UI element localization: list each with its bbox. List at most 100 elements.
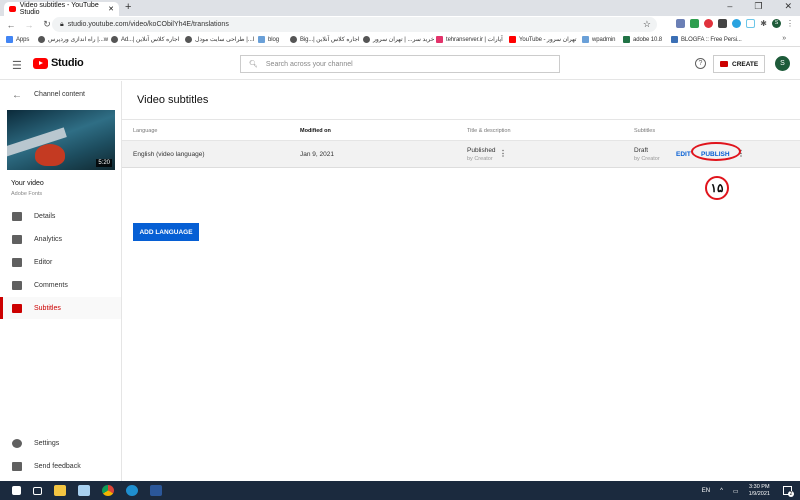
video-thumbnail[interactable]: 5:20 bbox=[7, 110, 115, 170]
search-input[interactable]: 🔍︎ Search across your channel bbox=[240, 55, 560, 73]
close-window-button[interactable]: ✕ bbox=[784, 1, 792, 12]
status-by: by Creator bbox=[634, 156, 660, 162]
annotation-circle bbox=[691, 142, 741, 161]
status-by: by Creator bbox=[467, 156, 493, 162]
pencil-icon bbox=[12, 211, 22, 221]
chrome-icon[interactable] bbox=[102, 485, 114, 496]
tab-title: Video subtitles - YouTube Studio bbox=[19, 2, 99, 16]
bookmark[interactable]: blog bbox=[258, 36, 279, 43]
windows-start-icon[interactable] bbox=[12, 486, 21, 495]
lock-icon: 🔒︎ bbox=[60, 20, 64, 28]
m-extension-icon[interactable] bbox=[718, 19, 728, 28]
bookmark[interactable]: BLOGFA :: Free Persi... bbox=[671, 36, 742, 43]
column-header: Subtitles bbox=[634, 128, 656, 134]
feedback-icon bbox=[12, 461, 22, 471]
extension-icon[interactable] bbox=[746, 19, 756, 28]
extension-icon[interactable] bbox=[732, 19, 742, 28]
browser-tab-bar: Video subtitles - YouTube Studio ✕ + – ❐ ✕ bbox=[0, 0, 800, 16]
task-view-icon[interactable] bbox=[33, 486, 42, 495]
url-input[interactable]: 🔒︎ studio.youtube.com/video/koCObilYh4E/t… bbox=[52, 17, 657, 32]
more-bookmarks-icon[interactable]: » bbox=[782, 35, 786, 42]
sidebar: ← Channel content 5:20 Your video Adobe … bbox=[0, 81, 122, 481]
bookmark[interactable]: tehranserver.ir | آپارات bbox=[436, 36, 503, 43]
subtitles-icon bbox=[12, 303, 22, 313]
sidebar-item-editor[interactable]: Editor bbox=[0, 251, 121, 273]
camera-extension-icon[interactable] bbox=[704, 19, 714, 28]
bookmark[interactable]: Apps bbox=[6, 36, 29, 43]
edit-button[interactable]: EDIT bbox=[676, 151, 691, 158]
sidebar-item-subtitles[interactable]: Subtitles bbox=[0, 297, 121, 319]
page-title: Video subtitles bbox=[137, 94, 209, 106]
bookmark[interactable]: راه اندازی وردپرس |...w bbox=[38, 36, 108, 43]
studio-logo[interactable]: Studio bbox=[33, 57, 84, 69]
status-text: Published bbox=[467, 147, 496, 154]
extension-icon[interactable] bbox=[690, 19, 700, 28]
notifications-icon[interactable]: 2 bbox=[783, 486, 794, 497]
app-icon[interactable] bbox=[78, 485, 90, 496]
notification-count: 2 bbox=[788, 491, 794, 497]
profile-avatar[interactable]: S bbox=[772, 19, 781, 28]
column-header[interactable]: Modified on bbox=[300, 128, 331, 134]
subtitle-status-cell: Draft by Creator bbox=[634, 147, 660, 162]
bookmark[interactable]: Ad...| اجاره کلاس آنلاین bbox=[111, 36, 179, 43]
title-status-cell: Published by Creator bbox=[467, 147, 496, 162]
help-icon[interactable]: ? bbox=[695, 58, 706, 69]
date: 1/9/2021 bbox=[748, 491, 770, 497]
table-header: Language Modified on Title & description… bbox=[122, 119, 800, 141]
address-bar-row: ← → ↻ 🔒︎ studio.youtube.com/video/koCObil… bbox=[0, 16, 800, 33]
windows-taskbar: EN ^ ▭ 3:30 PM 1/9/2021 2 bbox=[0, 481, 800, 500]
comment-icon bbox=[12, 280, 22, 290]
create-button[interactable]: CREATE bbox=[713, 55, 765, 73]
bookmark[interactable]: ا...| طراحی سایت مودل bbox=[185, 36, 255, 43]
system-tray: EN ^ ▭ 3:30 PM 1/9/2021 bbox=[702, 484, 770, 498]
new-tab-button[interactable]: + bbox=[125, 1, 131, 13]
sidebar-item-analytics[interactable]: Analytics bbox=[0, 228, 121, 250]
forward-icon[interactable]: → bbox=[22, 20, 36, 30]
file-explorer-icon[interactable] bbox=[54, 485, 66, 496]
avatar[interactable]: S bbox=[775, 56, 790, 71]
time: 3:30 PM bbox=[749, 484, 770, 490]
language-cell: English (video language) bbox=[133, 151, 205, 158]
video-title: Adobe Fonts bbox=[11, 191, 43, 197]
status-text: Draft bbox=[634, 147, 649, 154]
browser-tab[interactable]: Video subtitles - YouTube Studio ✕ bbox=[4, 2, 119, 16]
edge-icon[interactable] bbox=[126, 485, 138, 496]
puzzle-extensions-icon[interactable]: ✱ bbox=[760, 19, 767, 28]
language-indicator[interactable]: EN bbox=[702, 488, 710, 494]
bookmark[interactable]: adobe 10.8 bbox=[623, 36, 662, 43]
menu-icon[interactable]: ⋮ bbox=[786, 19, 794, 28]
video-duration: 5:20 bbox=[96, 159, 112, 167]
sidebar-item-details[interactable]: Details bbox=[0, 205, 121, 227]
annotation-number: ۱۵ bbox=[705, 176, 729, 200]
bookmark-star-icon[interactable]: ☆ bbox=[643, 19, 651, 30]
chevron-up-icon[interactable]: ^ bbox=[720, 488, 723, 494]
bookmark[interactable]: Big...| اجاره کلاس آنلاین bbox=[290, 36, 360, 43]
word-icon[interactable] bbox=[150, 485, 162, 496]
back-icon[interactable]: ← bbox=[4, 20, 18, 30]
sidebar-item-settings[interactable]: Settings bbox=[0, 432, 121, 454]
bookmark[interactable]: YouTube - تهران سرور bbox=[509, 36, 577, 43]
back-arrow-icon[interactable]: ← bbox=[12, 90, 22, 101]
your-video-label: Your video bbox=[11, 180, 44, 187]
bookmark[interactable]: خرید سر... | تهران سرور bbox=[363, 36, 434, 43]
bookmark[interactable]: wpadmin bbox=[582, 36, 615, 43]
search-icon: 🔍︎ bbox=[249, 61, 258, 68]
sidebar-item-comments[interactable]: Comments bbox=[0, 274, 121, 296]
analytics-icon bbox=[12, 234, 22, 244]
main-content: Video subtitles Language Modified on Tit… bbox=[122, 81, 800, 481]
hamburger-menu-icon[interactable]: ☰ bbox=[12, 59, 22, 72]
close-tab-icon[interactable]: ✕ bbox=[108, 5, 114, 13]
add-language-button[interactable]: ADD LANGUAGE bbox=[133, 223, 199, 241]
network-icon[interactable]: ▭ bbox=[733, 488, 739, 495]
sidebar-item-feedback[interactable]: Send feedback bbox=[0, 455, 121, 477]
channel-content-link[interactable]: Channel content bbox=[34, 91, 85, 98]
video-camera-icon bbox=[720, 61, 728, 67]
studio-header: ☰ Studio 🔍︎ Search across your channel ? … bbox=[0, 48, 800, 80]
minimize-button[interactable]: – bbox=[727, 1, 732, 12]
flag-extension-icon[interactable] bbox=[676, 19, 686, 28]
youtube-logo-icon bbox=[33, 57, 48, 69]
more-options-icon[interactable]: ⋮ bbox=[499, 149, 507, 158]
restore-button[interactable]: ❐ bbox=[754, 1, 762, 12]
clock[interactable]: 3:30 PM 1/9/2021 bbox=[749, 484, 770, 498]
film-icon bbox=[12, 257, 22, 267]
